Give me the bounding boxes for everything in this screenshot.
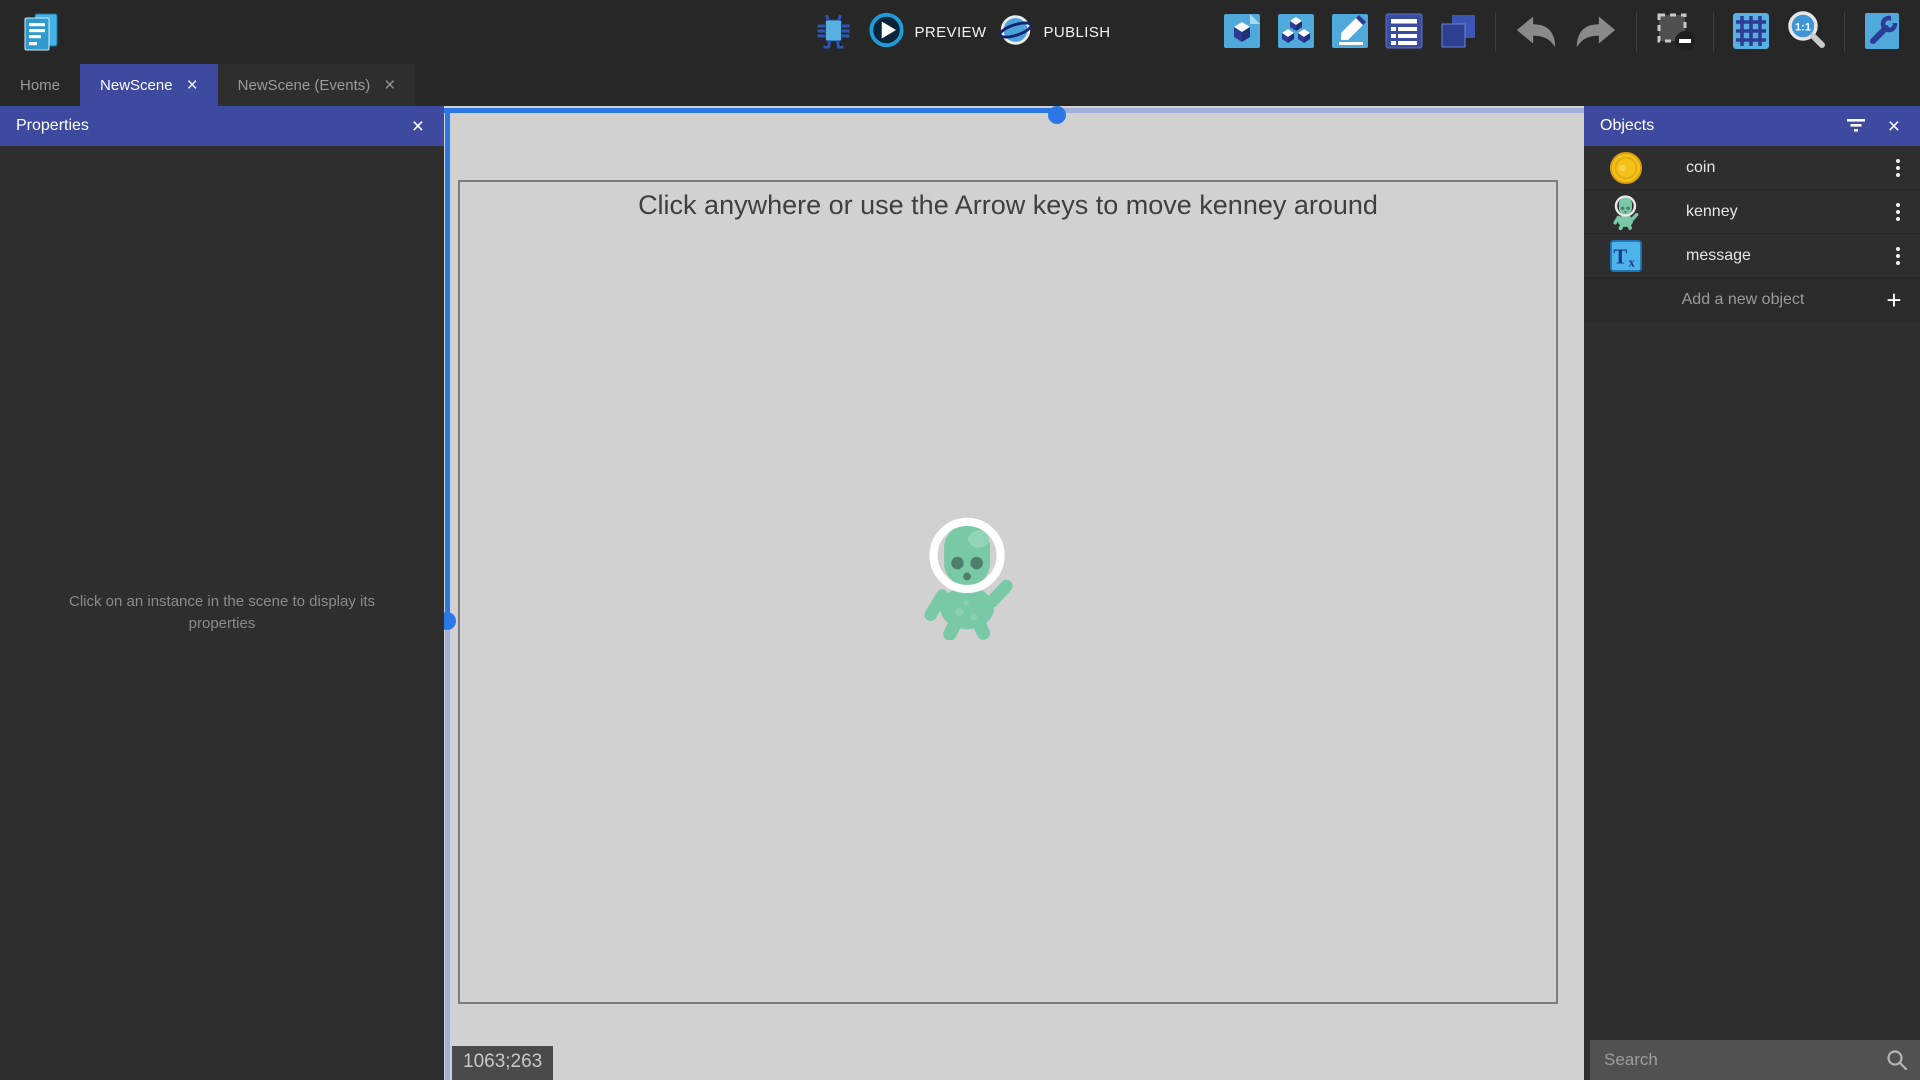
filter-icon (1846, 115, 1866, 138)
coin-icon (1608, 151, 1644, 185)
app-menu-button[interactable] (14, 5, 66, 60)
toolbar-right-group: 1:1 (1218, 6, 1906, 59)
tab-newscene[interactable]: NewScene × (80, 64, 218, 106)
undo-icon (1513, 11, 1559, 54)
app-menu-icon (18, 9, 62, 56)
zoom-1-1-icon: 1:1 (1785, 10, 1827, 55)
objects-panel-title: Objects (1600, 117, 1654, 135)
selection-edge-top (444, 108, 1584, 113)
publish-globe-icon (996, 11, 1034, 53)
kenney-icon (1608, 194, 1644, 230)
object-name: message (1686, 247, 1751, 265)
publish-button[interactable]: PUBLISH (996, 11, 1110, 53)
objects-search-input[interactable] (1590, 1050, 1874, 1070)
objects-filter-button[interactable] (1842, 114, 1870, 139)
instances-list-button[interactable] (1380, 7, 1428, 58)
plus-icon: + (1868, 285, 1920, 316)
deselect-button[interactable] (1650, 6, 1700, 59)
edit-properties-button[interactable] (1326, 7, 1374, 58)
object-name: coin (1686, 159, 1715, 177)
tab-close-icon[interactable]: × (384, 76, 395, 95)
selection-edge-left (445, 108, 450, 1080)
properties-panel-title: Properties (16, 117, 89, 135)
object-menu-button[interactable] (1886, 153, 1910, 183)
tab-bar: Home NewScene × NewScene (Events) × (0, 64, 1920, 106)
main-area: Properties × Click on an instance in the… (0, 106, 1920, 1080)
redo-button[interactable] (1569, 7, 1623, 58)
deselect-icon (1654, 10, 1696, 55)
setup-tools-button[interactable] (1858, 7, 1906, 58)
debug-icon (814, 11, 854, 54)
selection-handle-top[interactable] (1048, 106, 1066, 124)
grid-button[interactable] (1727, 7, 1775, 58)
close-icon: × (412, 115, 424, 138)
objects-panel-spacer (1584, 322, 1920, 1040)
properties-empty-message: Click on an instance in the scene to dis… (52, 591, 392, 636)
object-row-kenney[interactable]: kenney (1584, 190, 1920, 234)
wrench-icon (1862, 11, 1902, 54)
object-row-message[interactable]: T x message (1584, 234, 1920, 278)
instances-list-icon (1384, 11, 1424, 54)
objects-close-button[interactable]: × (1884, 114, 1904, 139)
kenney-sprite-instance[interactable] (923, 513, 1015, 645)
properties-close-button[interactable]: × (408, 114, 428, 139)
properties-panel-header: Properties × (0, 106, 444, 146)
layers-icon (1438, 11, 1478, 54)
tab-label: NewScene (100, 77, 173, 94)
scene-objects-icon (1222, 11, 1262, 54)
redo-icon (1573, 11, 1619, 54)
tab-label: Home (20, 77, 60, 94)
undo-button[interactable] (1509, 7, 1563, 58)
objects-panel: Objects × (1584, 106, 1920, 1080)
preview-label: PREVIEW (915, 24, 987, 41)
pencil-icon (1330, 11, 1370, 54)
tab-newscene-events[interactable]: NewScene (Events) × (218, 64, 416, 106)
tab-close-icon[interactable]: × (187, 76, 198, 95)
toolbar-separator (1713, 12, 1714, 52)
publish-label: PUBLISH (1043, 24, 1110, 41)
object-menu-button[interactable] (1886, 197, 1910, 227)
scene-objects-button[interactable] (1218, 7, 1266, 58)
cursor-coordinates-badge: 1063;263 (452, 1046, 553, 1080)
tab-home[interactable]: Home (0, 64, 80, 106)
object-name: kenney (1686, 203, 1738, 221)
zoom-1-1-button[interactable]: 1:1 (1781, 6, 1831, 59)
toolbar-separator (1844, 12, 1845, 52)
preview-button[interactable]: PREVIEW (868, 11, 987, 53)
scene-instruction-text: Click anywhere or use the Arrow keys to … (460, 190, 1556, 221)
debug-button[interactable] (810, 7, 858, 58)
properties-panel-body: Click on an instance in the scene to dis… (0, 146, 444, 1080)
layers-button[interactable] (1434, 7, 1482, 58)
svg-text:x: x (1629, 255, 1636, 269)
objects-panel-header: Objects × (1584, 106, 1920, 146)
add-object-label: Add a new object (1584, 291, 1868, 309)
add-object-button[interactable]: Add a new object + (1584, 278, 1920, 322)
toolbar-center-group: PREVIEW PUBLISH (810, 0, 1111, 64)
object-row-coin[interactable]: coin (1584, 146, 1920, 190)
gdevelop-window: PREVIEW PUBLISH (0, 0, 1920, 1080)
tab-label: NewScene (Events) (238, 77, 371, 94)
selection-handle-left[interactable] (444, 612, 456, 630)
toolbar-separator (1495, 12, 1496, 52)
close-icon: × (1888, 115, 1900, 138)
object-groups-button[interactable] (1272, 7, 1320, 58)
svg-text:1:1: 1:1 (1795, 21, 1811, 33)
grid-icon (1731, 11, 1771, 54)
search-icon (1874, 1049, 1920, 1071)
object-menu-button[interactable] (1886, 241, 1910, 271)
top-toolbar: PREVIEW PUBLISH (0, 0, 1920, 64)
object-groups-icon (1276, 11, 1316, 54)
toolbar-separator (1636, 12, 1637, 52)
play-icon (868, 11, 906, 53)
objects-search-bar (1590, 1040, 1920, 1080)
scene-canvas[interactable]: Click anywhere or use the Arrow keys to … (444, 106, 1584, 1080)
properties-panel: Properties × Click on an instance in the… (0, 106, 444, 1080)
text-object-icon: T x (1608, 239, 1644, 273)
svg-text:T: T (1613, 245, 1627, 268)
